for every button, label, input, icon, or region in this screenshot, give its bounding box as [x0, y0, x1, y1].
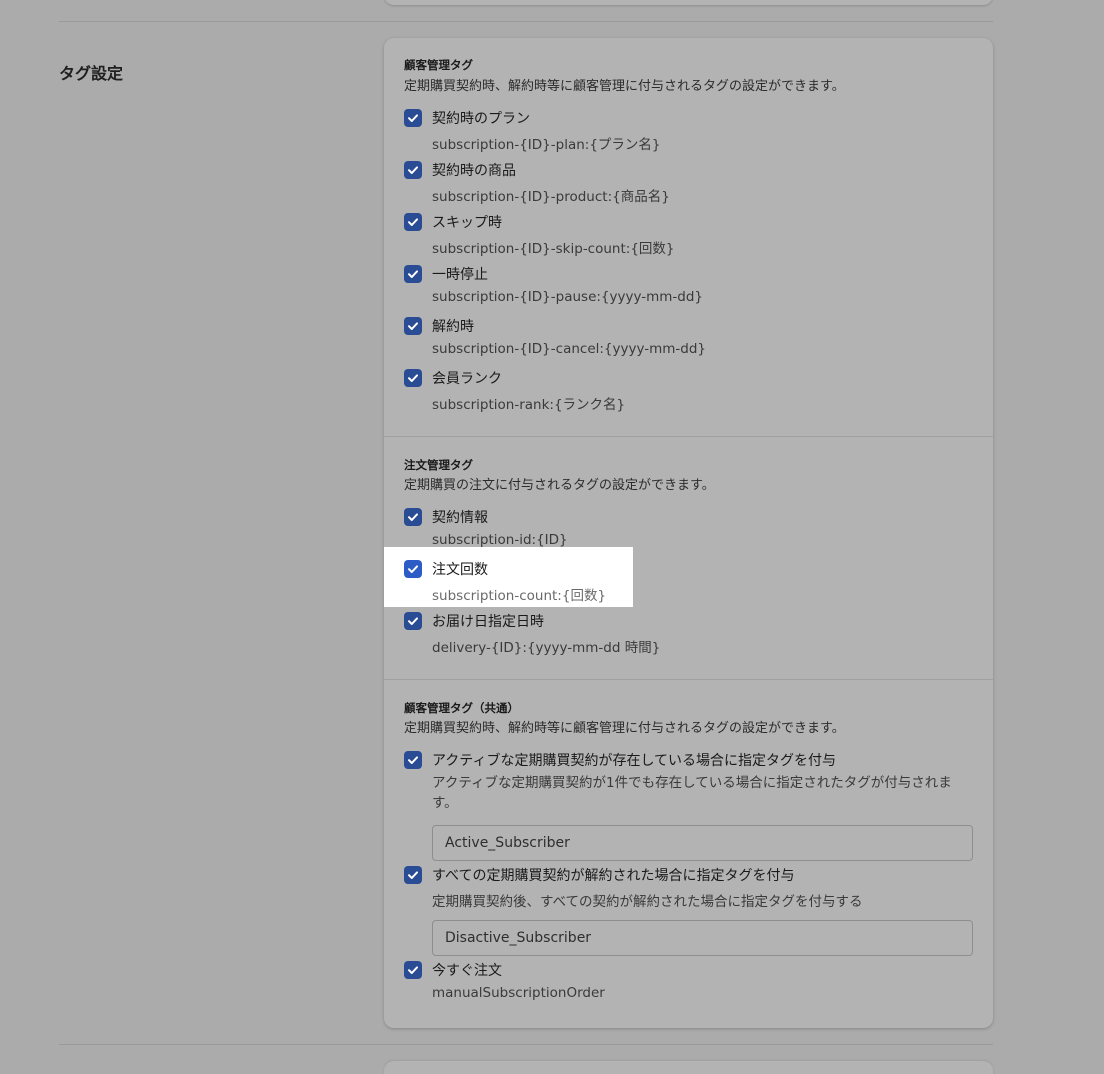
option-label-delivery-date[interactable]: お届け日指定日時	[432, 611, 544, 631]
checkbox-inactive-subscriber[interactable]	[404, 866, 422, 884]
option-tag-rank: subscription-rank:{ランク名}	[432, 397, 626, 413]
checkmark-icon	[408, 166, 418, 174]
option-label-manual-order[interactable]: 今すぐ注文	[432, 960, 502, 980]
checkbox-delivery-date[interactable]	[404, 612, 422, 630]
option-tag-order-count: subscription-count:{回数}	[432, 588, 607, 604]
option-label-rank[interactable]: 会員ランク	[432, 368, 502, 388]
group-divider	[384, 436, 993, 437]
checkbox-skip[interactable]	[404, 213, 422, 231]
tag-settings-card: 顧客管理タグ 定期購買契約時、解約時等に顧客管理に付与されるタグの設定ができます…	[384, 38, 993, 1028]
order-tags-description: 定期購買の注文に付与されるタグの設定ができます。	[404, 478, 715, 493]
active-subscriber-tag-input[interactable]	[432, 825, 973, 861]
option-help-active-subscriber: アクティブな定期購買契約が1件でも存在している場合に指定されたタグが付与されます…	[432, 775, 952, 811]
option-tag-cancel: subscription-{ID}-cancel:{yyyy-mm-dd}	[432, 341, 707, 357]
checkmark-icon	[408, 322, 418, 330]
option-label-skip[interactable]: スキップ時	[432, 212, 502, 232]
checkmark-icon	[408, 617, 418, 625]
checkmark-icon	[408, 966, 418, 974]
checkmark-icon	[408, 114, 418, 122]
checkmark-icon	[408, 374, 418, 382]
option-tag-contract-info: subscription-id:{ID}	[432, 532, 568, 548]
option-label-inactive-subscriber[interactable]: すべての定期購買契約が解約された場合に指定タグを付与	[432, 865, 794, 885]
checkbox-pause[interactable]	[404, 265, 422, 283]
option-label-contract-info[interactable]: 契約情報	[432, 507, 488, 527]
common-tags-description: 定期購買契約時、解約時等に顧客管理に付与されるタグの設定ができます。	[404, 721, 845, 736]
next-section-card	[384, 1061, 993, 1074]
group-divider	[384, 679, 993, 680]
previous-section-card	[384, 0, 993, 5]
inactive-subscriber-tag-input[interactable]	[432, 920, 973, 956]
option-tag-skip: subscription-{ID}-skip-count:{回数}	[432, 241, 675, 257]
option-tag-plan: subscription-{ID}-plan:{プラン名}	[432, 137, 661, 153]
order-tags-title: 注文管理タグ	[404, 458, 473, 472]
option-label-product[interactable]: 契約時の商品	[432, 160, 516, 180]
checkmark-icon	[408, 756, 418, 764]
checkbox-rank[interactable]	[404, 369, 422, 387]
checkmark-icon	[408, 270, 418, 278]
option-label-order-count[interactable]: 注文回数	[432, 559, 488, 579]
checkbox-order-count[interactable]	[404, 560, 422, 578]
checkbox-active-subscriber[interactable]	[404, 751, 422, 769]
checkmark-icon	[408, 871, 418, 879]
option-tag-pause: subscription-{ID}-pause:{yyyy-mm-dd}	[432, 289, 704, 305]
checkbox-contract-info[interactable]	[404, 508, 422, 526]
common-tags-title: 顧客管理タグ（共通）	[404, 701, 519, 715]
customer-tags-title: 顧客管理タグ	[404, 58, 473, 72]
option-label-plan[interactable]: 契約時のプラン	[432, 108, 530, 128]
option-label-active-subscriber[interactable]: アクティブな定期購買契約が存在している場合に指定タグを付与	[432, 750, 836, 770]
checkbox-product[interactable]	[404, 161, 422, 179]
section-title: タグ設定	[59, 64, 124, 83]
section-divider-top	[59, 21, 993, 22]
option-tag-manual-order: manualSubscriptionOrder	[432, 985, 605, 1001]
checkbox-cancel[interactable]	[404, 317, 422, 335]
option-help-inactive-subscriber: 定期購買契約後、すべての契約が解約された場合に指定タグを付与する	[432, 894, 863, 910]
checkbox-manual-order[interactable]	[404, 961, 422, 979]
checkmark-icon	[408, 218, 418, 226]
option-tag-product: subscription-{ID}-product:{商品名}	[432, 189, 670, 205]
checkmark-icon	[408, 565, 418, 573]
checkbox-plan[interactable]	[404, 109, 422, 127]
section-divider-bottom	[59, 1044, 993, 1045]
option-label-cancel[interactable]: 解約時	[432, 316, 474, 336]
highlighted-option-order-count[interactable]: 注文回数 subscription-count:{回数}	[384, 547, 633, 607]
customer-tags-description: 定期購買契約時、解約時等に顧客管理に付与されるタグの設定ができます。	[404, 79, 845, 94]
option-label-pause[interactable]: 一時停止	[432, 264, 488, 284]
checkmark-icon	[408, 513, 418, 521]
option-tag-delivery-date: delivery-{ID}:{yyyy-mm-dd 時間}	[432, 640, 661, 656]
